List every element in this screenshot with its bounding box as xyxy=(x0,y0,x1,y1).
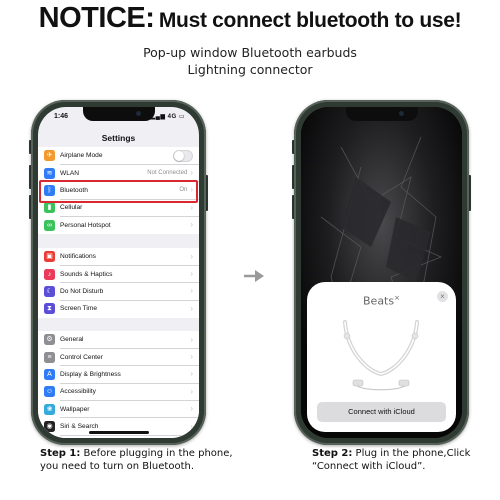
settings-group-notifications: ▣ Notifications › ♪ Sounds & Haptics › ☾ Do Not… xyxy=(38,248,199,318)
popup-title-mark: × xyxy=(394,294,400,302)
arrow-right-icon xyxy=(244,270,264,282)
status-icons: ▂▄▆ 4G ▭ xyxy=(150,114,185,120)
gear-icon: ⚙ xyxy=(44,334,55,346)
airplane-toggle[interactable] xyxy=(173,149,193,162)
step-1-caption: Step 1: Before plugging in the phone, yo… xyxy=(40,447,240,473)
settings-row-faceid[interactable]: ☻Face ID & Passcode› xyxy=(38,435,199,438)
wifi-icon: ≋ xyxy=(44,167,55,179)
chevron-right-icon: › xyxy=(190,168,193,178)
settings-row-gear[interactable]: ⚙ General › xyxy=(38,331,199,349)
popup-title: Beats× xyxy=(307,294,456,308)
network-label: 4G xyxy=(167,114,177,120)
chevron-right-icon: › xyxy=(190,303,193,313)
step-1-label: Step 1: xyxy=(40,448,81,459)
chevron-right-icon: › xyxy=(190,202,193,212)
step-2-caption: Step 2: Plug in the phone,Click “Connect… xyxy=(312,447,500,473)
chevron-right-icon: › xyxy=(190,404,193,414)
settings-row-hourglass[interactable]: ⧗ Screen Time › xyxy=(38,300,199,317)
settings-title: Settings xyxy=(101,133,136,143)
settings-row-label: Accessibility xyxy=(60,388,96,396)
settings-group-general: ⚙ General › ≡ Control Center › A Display & Brig… xyxy=(38,331,199,438)
settings-row-sound[interactable]: ♪ Sounds & Haptics › xyxy=(38,265,199,283)
chevron-right-icon: › xyxy=(190,220,193,230)
bluetooth-highlight-box xyxy=(39,180,198,203)
popup-title-text: Beats xyxy=(363,294,395,308)
home-indicator xyxy=(88,431,149,434)
settings-row-label: Screen Time xyxy=(60,305,98,313)
camera-dot xyxy=(135,111,141,116)
settings-row-label: General xyxy=(60,336,84,344)
settings-row-airplane[interactable]: ✈ Airplane Mode xyxy=(38,147,199,165)
settings-row-label: Display & Brightness xyxy=(60,370,121,378)
settings-row-label: Siri & Search xyxy=(60,423,99,431)
headline-text: Must connect bluetooth to use! xyxy=(158,9,462,32)
hotspot-icon: ∞ xyxy=(44,219,55,231)
notice-label: NOTICE: xyxy=(38,2,155,34)
status-time: 1:46 xyxy=(54,113,69,120)
sound-icon: ♪ xyxy=(44,268,55,280)
settings-row-control-center[interactable]: ≡ Control Center › xyxy=(38,348,199,366)
settings-row-label: Cellular xyxy=(60,204,83,212)
accessibility-icon: ☺ xyxy=(44,386,55,398)
wallpaper-icon: ❀ xyxy=(44,403,55,415)
subtitle-line-2: Lightning connector xyxy=(187,62,313,77)
settings-row-label: Airplane Mode xyxy=(60,152,103,160)
settings-row-label: Wallpaper xyxy=(60,405,90,413)
camera-dot-right xyxy=(398,111,404,116)
headline: NOTICE: Must connect bluetooth to use! xyxy=(0,2,500,35)
moon-icon: ☾ xyxy=(44,285,55,297)
chevron-right-icon: › xyxy=(190,269,193,279)
chevron-right-icon: › xyxy=(190,421,193,431)
notch-right xyxy=(345,107,418,121)
earbuds-icon xyxy=(343,320,419,391)
subtitle-line-1: Pop-up window Bluetooth earbuds xyxy=(143,45,357,60)
settings-row-label: Notifications xyxy=(60,253,96,261)
chevron-right-icon: › xyxy=(190,386,193,396)
settings-row-label: Control Center xyxy=(60,353,103,361)
chevron-right-icon: › xyxy=(190,352,193,362)
notifications-icon: ▣ xyxy=(44,251,55,263)
settings-screen: 1:46 ▂▄▆ 4G ▭ Settings ✈ Airplane Mode ≋ WL… xyxy=(38,107,199,438)
notch xyxy=(82,107,155,121)
settings-row-notifications[interactable]: ▣ Notifications › xyxy=(38,248,199,266)
settings-row-moon[interactable]: ☾ Do Not Disturb › xyxy=(38,283,199,301)
control-center-icon: ≡ xyxy=(44,351,55,363)
connect-icloud-button[interactable]: Connect with iCloud xyxy=(317,402,446,422)
display-icon: A xyxy=(44,368,55,380)
settings-row-accessibility[interactable]: ☺ Accessibility › xyxy=(38,383,199,401)
settings-row-value: Not Connected xyxy=(147,170,188,177)
settings-row-label: Do Not Disturb xyxy=(60,287,104,295)
right-phone: Beats× × Connect with iCloud xyxy=(294,100,469,445)
cellular-icon: ▮ xyxy=(44,202,55,214)
siri-icon: ◉ xyxy=(44,421,55,433)
step-2-label: Step 2: xyxy=(312,448,353,459)
chevron-right-icon: › xyxy=(190,334,193,344)
chevron-right-icon: › xyxy=(190,369,193,379)
chevron-right-icon: › xyxy=(190,286,193,296)
settings-row-wallpaper[interactable]: ❀ Wallpaper › xyxy=(38,401,199,418)
hourglass-icon: ⧗ xyxy=(44,303,55,315)
settings-row-label: Sounds & Haptics xyxy=(60,270,113,278)
close-icon[interactable]: × xyxy=(437,291,448,302)
settings-row-hotspot[interactable]: ∞ Personal Hotspot › xyxy=(38,217,199,234)
settings-row-label: WLAN xyxy=(60,169,80,177)
left-phone: 1:46 ▂▄▆ 4G ▭ Settings ✈ Airplane Mode ≋ WL… xyxy=(31,100,206,445)
settings-row-label: Personal Hotspot xyxy=(60,221,111,229)
lock-screen: Beats× × Connect with iCloud xyxy=(301,107,462,438)
chevron-right-icon: › xyxy=(190,251,193,261)
settings-row-display[interactable]: A Display & Brightness › xyxy=(38,366,199,384)
beats-popup: Beats× × Connect with iCloud xyxy=(307,282,456,432)
airplane-icon: ✈ xyxy=(44,150,55,162)
